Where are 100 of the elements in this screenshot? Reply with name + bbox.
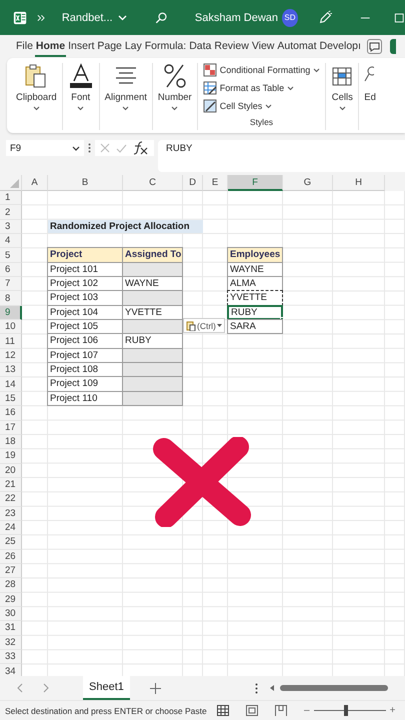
table-cell: Project 106 bbox=[47, 333, 123, 349]
row-header[interactable]: 22 bbox=[0, 492, 22, 507]
font-color-icon bbox=[68, 63, 94, 89]
column-header[interactable]: D bbox=[183, 175, 203, 191]
ribbon-tab[interactable]: Review bbox=[213, 36, 250, 56]
sheet-tab[interactable]: Sheet1 bbox=[83, 676, 130, 700]
row-header[interactable]: 20 bbox=[0, 464, 22, 478]
clipboard-icon bbox=[186, 320, 196, 332]
table-cell: Employees bbox=[227, 247, 283, 263]
ribbon-tab[interactable]: View bbox=[250, 36, 276, 56]
page-break-icon[interactable] bbox=[275, 705, 287, 716]
normal-view-icon[interactable] bbox=[217, 705, 229, 716]
more-vertical-icon[interactable] bbox=[88, 143, 91, 153]
row-header[interactable]: 12 bbox=[0, 348, 22, 364]
ribbon-tab[interactable]: Developı bbox=[318, 36, 362, 56]
chevron-right-icon[interactable] bbox=[43, 683, 49, 693]
ribbon-menu-item[interactable]: Cell Styles bbox=[202, 99, 320, 113]
chevrons-icon[interactable] bbox=[37, 14, 46, 22]
ribbon-button[interactable]: Font bbox=[62, 63, 100, 130]
row-header[interactable]: 25 bbox=[0, 535, 22, 550]
ribbon-button[interactable]: Number bbox=[152, 63, 198, 130]
more-vertical-icon[interactable] bbox=[254, 682, 258, 694]
ribbon-tab[interactable]: Formula: bbox=[144, 36, 188, 56]
excel-icon[interactable] bbox=[13, 10, 28, 26]
row-header[interactable]: 2 bbox=[0, 205, 22, 220]
row-header[interactable]: 10 bbox=[0, 320, 22, 334]
zoom-in-button[interactable]: + bbox=[390, 705, 396, 716]
column-header[interactable]: C bbox=[123, 175, 183, 191]
row-header[interactable]: 15 bbox=[0, 392, 22, 406]
row-header[interactable]: 16 bbox=[0, 406, 22, 420]
pen-icon[interactable] bbox=[318, 10, 332, 26]
page-layout-icon[interactable] bbox=[246, 705, 258, 716]
ribbon-menu-item[interactable]: Format as Table bbox=[202, 81, 320, 95]
avatar[interactable]: SD bbox=[282, 8, 298, 26]
ribbon-button[interactable]: Clipboard bbox=[11, 63, 63, 130]
column-header[interactable]: B bbox=[48, 175, 123, 191]
row-header[interactable]: 30 bbox=[0, 606, 22, 622]
ribbon-button[interactable]: Alignment bbox=[100, 63, 153, 130]
ribbon-button[interactable]: Cells bbox=[326, 63, 360, 130]
horizontal-scrollbar[interactable] bbox=[270, 684, 390, 692]
clipboard-icon bbox=[24, 63, 48, 89]
ribbon-tab[interactable]: Insert bbox=[67, 36, 96, 56]
row-header[interactable]: 13 bbox=[0, 363, 22, 378]
comment-button[interactable] bbox=[366, 39, 382, 54]
row-header[interactable]: 32 bbox=[0, 636, 22, 650]
row-header[interactable]: 18 bbox=[0, 434, 22, 450]
caret-down-icon bbox=[216, 324, 222, 328]
row-header[interactable]: 34 bbox=[0, 664, 22, 676]
table-cell: WAYNE bbox=[122, 276, 183, 292]
row-header[interactable]: 28 bbox=[0, 578, 22, 593]
share-button[interactable] bbox=[390, 39, 396, 54]
chevron-down-icon bbox=[171, 106, 178, 111]
table-cell: SARA bbox=[227, 319, 283, 334]
row-header[interactable]: 3 bbox=[0, 220, 22, 234]
row-header[interactable]: 33 bbox=[0, 650, 22, 664]
paste-options-button[interactable]: (Ctrl) bbox=[183, 318, 225, 334]
row-header[interactable]: 4 bbox=[0, 234, 22, 248]
row-header[interactable]: 29 bbox=[0, 592, 22, 607]
table-style-icon bbox=[202, 63, 217, 77]
row-header[interactable]: 23 bbox=[0, 506, 22, 521]
ribbon-tab[interactable]: Data bbox=[188, 36, 212, 56]
row-header[interactable]: 24 bbox=[0, 520, 22, 536]
table-cell: YVETTE bbox=[227, 290, 283, 306]
row-header[interactable]: 31 bbox=[0, 621, 22, 636]
status-message: Select destination and press ENTER or choose Paste bbox=[5, 706, 208, 716]
row-header[interactable]: 9 bbox=[0, 306, 22, 320]
column-header[interactable]: H bbox=[333, 175, 385, 191]
row-header[interactable]: 14 bbox=[0, 377, 22, 392]
row-header[interactable]: 5 bbox=[0, 248, 22, 263]
row-header[interactable]: 17 bbox=[0, 420, 22, 435]
check-icon[interactable] bbox=[116, 144, 127, 152]
ribbon-tab[interactable]: Page Lay bbox=[96, 36, 143, 56]
cross-mark-icon bbox=[152, 437, 252, 527]
row-header[interactable]: 27 bbox=[0, 564, 22, 578]
function-icon[interactable] bbox=[133, 141, 149, 155]
row-header[interactable]: 1 bbox=[0, 191, 22, 206]
name-box[interactable]: F9 bbox=[6, 140, 84, 156]
row-header[interactable]: 19 bbox=[0, 449, 22, 464]
maximize-icon[interactable] bbox=[394, 12, 405, 24]
row-header[interactable]: 11 bbox=[0, 334, 22, 349]
chevron-left-icon[interactable] bbox=[17, 683, 23, 693]
zoom-out-button[interactable]: – bbox=[304, 705, 310, 716]
column-header[interactable]: G bbox=[283, 175, 333, 191]
ribbon-tab[interactable]: File bbox=[15, 36, 34, 56]
row-header[interactable]: 21 bbox=[0, 478, 22, 492]
column-header[interactable]: F bbox=[228, 175, 283, 191]
formula-input[interactable]: RUBY bbox=[158, 140, 405, 172]
search-icon[interactable] bbox=[154, 10, 167, 24]
row-header[interactable]: 7 bbox=[0, 277, 22, 292]
add-icon[interactable] bbox=[150, 682, 161, 694]
ribbon-tab[interactable]: Automat bbox=[276, 36, 318, 56]
chevron-down-icon bbox=[118, 14, 127, 20]
table-cell: Randomized Project Allocation bbox=[48, 220, 203, 234]
column-header[interactable]: A bbox=[22, 175, 48, 191]
file-name-button[interactable]: Randbet... bbox=[62, 12, 127, 24]
row-header[interactable]: 26 bbox=[0, 550, 22, 564]
row-header[interactable]: 8 bbox=[0, 291, 22, 306]
ribbon-menu-item[interactable]: Conditional Formatting bbox=[202, 63, 320, 77]
row-header[interactable]: 6 bbox=[0, 262, 22, 278]
ribbon-button[interactable]: Ed bbox=[359, 63, 376, 130]
